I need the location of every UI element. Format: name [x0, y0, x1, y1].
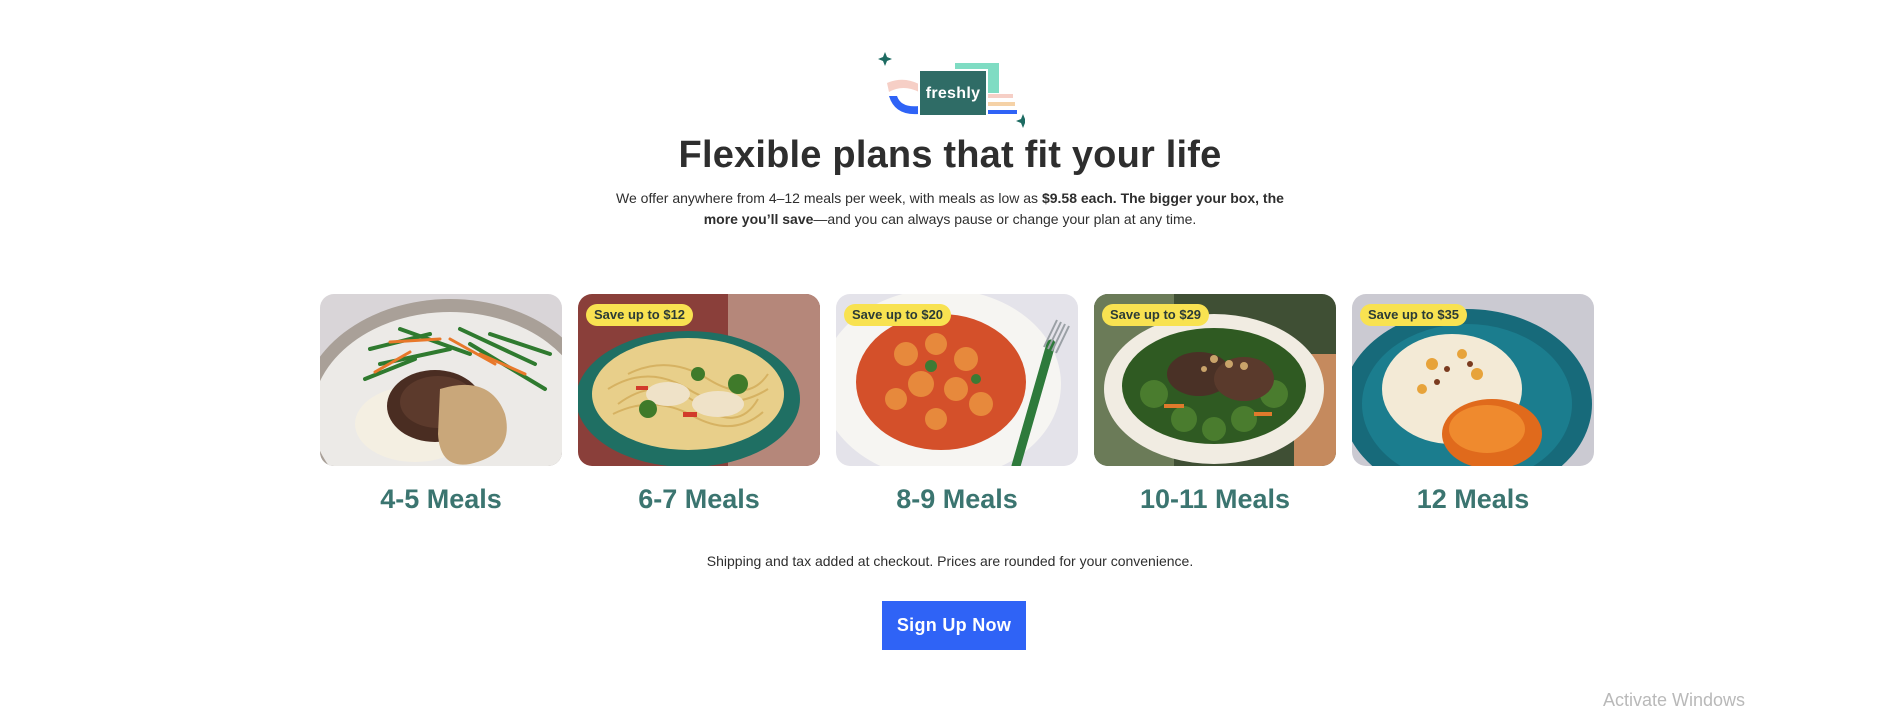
savings-badge: Save up to $20 — [844, 304, 952, 326]
page-subtitle: We offer anywhere from 4–12 meals per we… — [610, 188, 1290, 230]
plan-options: 4-5 Meals Save up to $12 6-7 Meals Save … — [320, 294, 1594, 524]
savings-badge: Save up to $12 — [586, 304, 694, 326]
meal-photo-gnocchi: Save up to $20 — [836, 294, 1078, 466]
plan-label: 10-11 Meals — [1139, 484, 1291, 514]
plan-label: 12 Meals — [1416, 484, 1530, 514]
logo-text: freshly — [925, 85, 981, 102]
savings-badge: Save up to $35 — [1360, 304, 1468, 326]
meal-photo-noodles: Save up to $12 — [578, 294, 820, 466]
subtitle-price: $9.58 each — [1041, 190, 1113, 206]
savings-badge: Save up to $29 — [1102, 304, 1210, 326]
page-title: Flexible plans that fit your life — [678, 134, 1222, 176]
plan-card-8-9[interactable]: Save up to $20 8-9 Meals — [836, 294, 1078, 515]
meal-photo-chicken-potatoes: Save up to $35 — [1352, 294, 1594, 466]
plan-label: 4-5 Meals — [380, 484, 502, 514]
plan-label: 6-7 Meals — [638, 484, 760, 514]
sign-up-button[interactable]: Sign Up Now — [882, 601, 1026, 650]
pricing-disclaimer: Shipping and tax added at checkout. Pric… — [706, 553, 1194, 569]
os-activation-watermark: Activate Windows — [1603, 690, 1746, 710]
plan-card-12[interactable]: Save up to $35 12 Meals — [1352, 294, 1594, 515]
plan-label: 8-9 Meals — [896, 484, 1018, 514]
meal-photo-pork-kale: Save up to $29 — [1094, 294, 1336, 466]
plan-card-10-11[interactable]: Save up to $29 10-11 Meals — [1094, 294, 1336, 515]
freshly-logo: freshly — [875, 48, 1030, 130]
subtitle-part-2: . — [1112, 190, 1121, 206]
subtitle-part-1: We offer anywhere from 4–12 meals per we… — [616, 190, 1042, 206]
subtitle-part-3: —and you can always pause or change your… — [813, 211, 1197, 227]
meal-photo-steak — [320, 294, 562, 466]
plan-card-4-5[interactable]: 4-5 Meals — [320, 294, 562, 515]
plan-card-6-7[interactable]: Save up to $12 6-7 Meals — [578, 294, 820, 515]
